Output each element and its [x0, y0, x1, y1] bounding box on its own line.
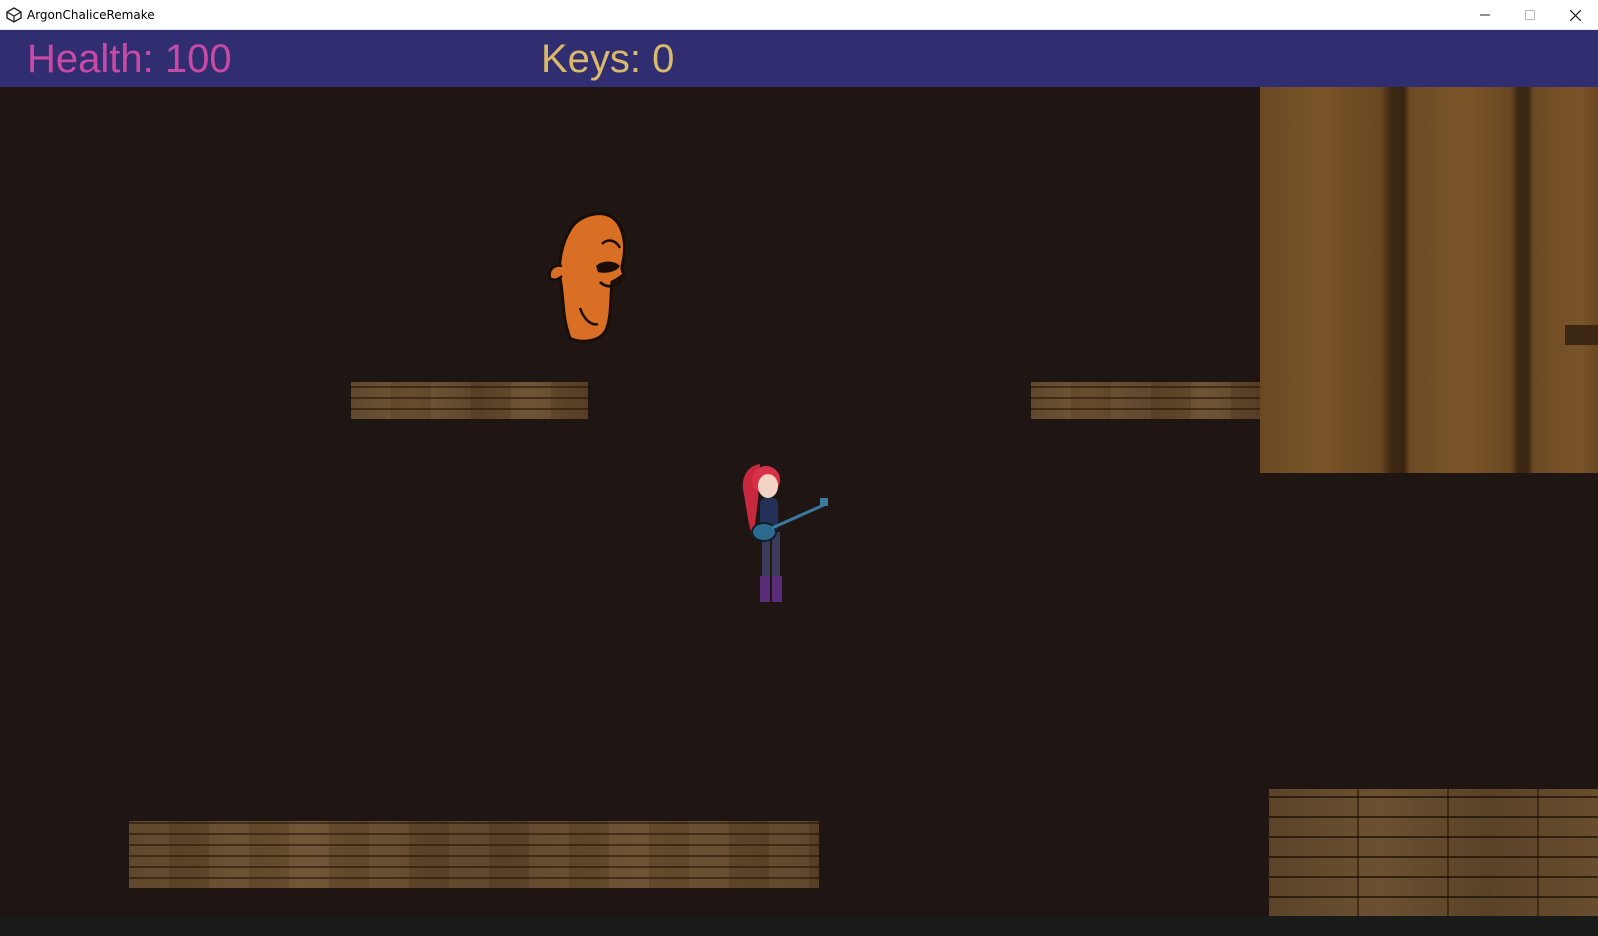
- window-title: ArgonChaliceRemake: [27, 8, 155, 22]
- close-button[interactable]: [1552, 0, 1598, 30]
- maximize-icon: [1525, 10, 1535, 20]
- close-icon: [1569, 9, 1581, 21]
- keys-counter: Keys: 0: [541, 37, 675, 81]
- health-counter: Health: 100: [27, 37, 232, 81]
- minimize-button[interactable]: [1462, 0, 1508, 30]
- hud-bar: Health: 100 Keys: 0: [0, 30, 1598, 87]
- wooden-floor-block-right: [1269, 789, 1598, 916]
- wooden-wall-right: [1260, 87, 1598, 473]
- wooden-platform-floor-left: [129, 821, 819, 888]
- game-viewport[interactable]: Health: 100 Keys: 0: [0, 30, 1598, 916]
- orange-ghost-enemy: [548, 212, 626, 343]
- taskbar-edge: [0, 916, 1598, 936]
- red-haired-guitarist-player: [742, 464, 828, 602]
- window-titlebar: ArgonChaliceRemake: [0, 0, 1598, 30]
- wooden-platform-upper-right: [1031, 382, 1260, 419]
- unity-icon: [6, 7, 22, 23]
- wall-notch: [1565, 325, 1598, 345]
- minimize-icon: [1480, 14, 1490, 16]
- wooden-platform-upper-left: [351, 382, 588, 419]
- maximize-button[interactable]: [1507, 0, 1553, 30]
